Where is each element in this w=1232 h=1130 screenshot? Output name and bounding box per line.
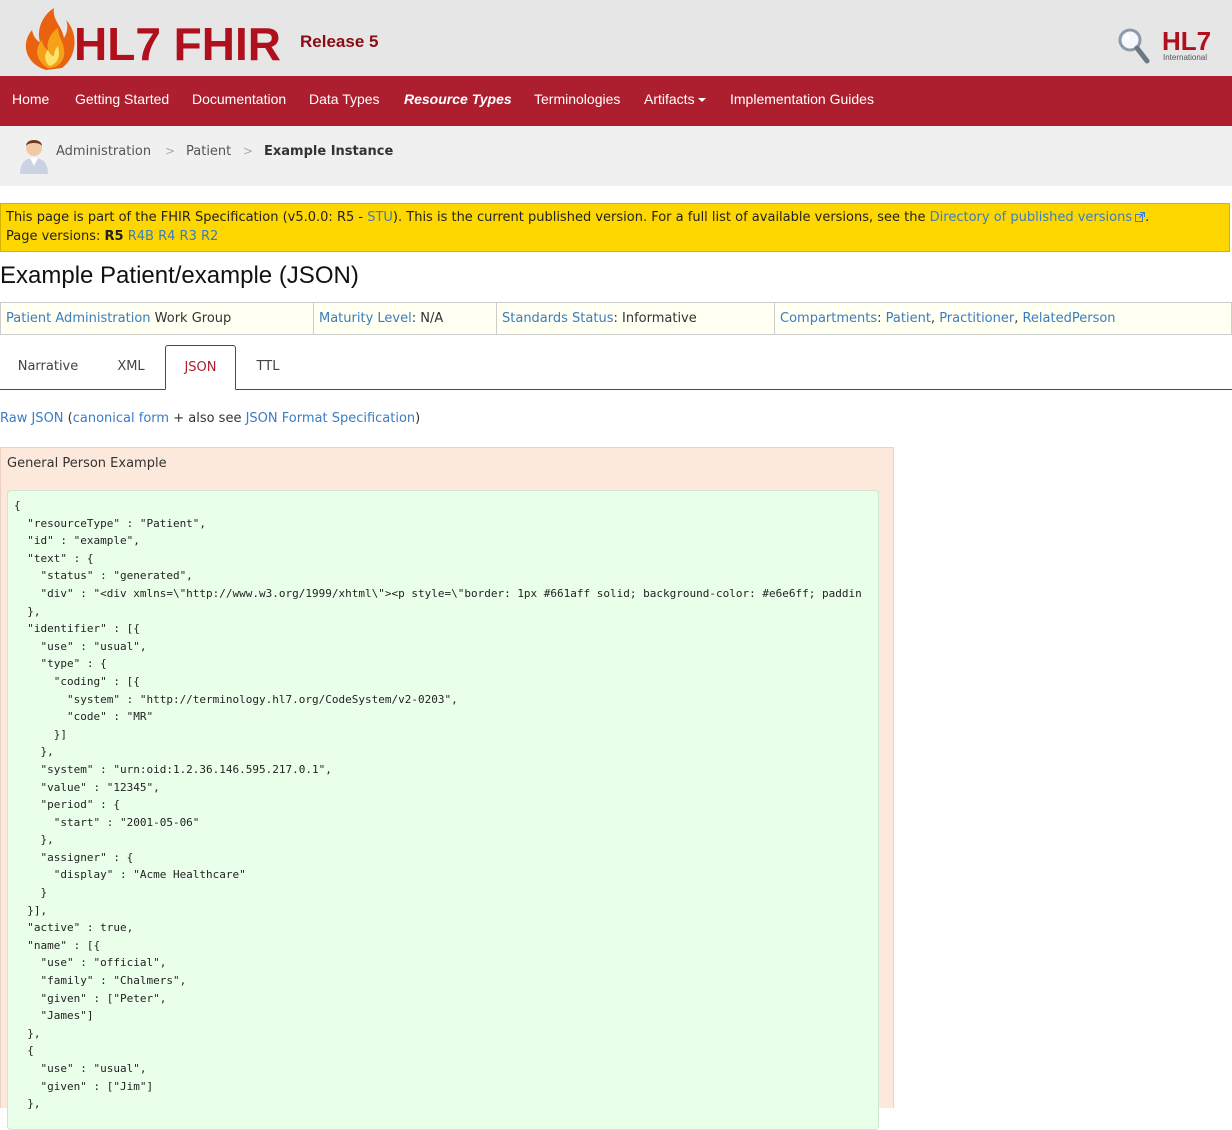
standards-status-link[interactable]: Standards Status xyxy=(502,311,613,326)
current-version: R5 xyxy=(104,229,124,244)
nav-documentation[interactable]: Documentation xyxy=(192,76,286,126)
raw-line-text: + also see xyxy=(169,411,246,426)
breadcrumb-patient[interactable]: Patient xyxy=(186,144,231,159)
tab-json[interactable]: JSON xyxy=(165,345,236,390)
banner-line-2: Page versions: R5 R4B R4 R3 R2 xyxy=(6,229,218,244)
chevron-down-icon xyxy=(697,98,706,102)
hl7-fhir-logo[interactable]: HL7 FHIR xyxy=(18,4,318,74)
tab-xml[interactable]: XML xyxy=(96,345,166,388)
maturity-link[interactable]: Maturity Level xyxy=(319,311,412,326)
external-link-icon xyxy=(1135,212,1146,222)
version-link-r4[interactable]: R4 xyxy=(158,229,175,244)
nav-artifacts[interactable]: Artifacts xyxy=(644,76,706,126)
maturity-value: : N/A xyxy=(411,311,444,326)
nav-artifacts-label: Artifacts xyxy=(644,91,695,107)
example-title: General Person Example xyxy=(7,456,167,471)
banner-text: This page is part of the FHIR Specificat… xyxy=(6,210,368,225)
logo-text: HL7 FHIR xyxy=(74,18,281,70)
nav-terminologies[interactable]: Terminologies xyxy=(534,76,620,126)
page-title: Example Patient/example (JSON) xyxy=(0,262,359,289)
breadcrumb-separator: > xyxy=(243,144,254,158)
raw-line-text: ) xyxy=(415,411,421,426)
version-banner: This page is part of the FHIR Specificat… xyxy=(0,203,1230,252)
page-versions-label: Page versions: xyxy=(6,229,101,244)
compartment-relatedperson-link[interactable]: RelatedPerson xyxy=(1022,311,1115,326)
resource-info-table: Patient Administration Work Group Maturi… xyxy=(0,302,1232,335)
org-logo-subtext: International xyxy=(1163,53,1207,62)
compartments-cell: Compartments: Patient, Practitioner, Rel… xyxy=(780,311,1116,326)
json-code: { "resourceType" : "Patient", "id" : "ex… xyxy=(14,499,862,1111)
directory-link[interactable]: Directory of published versions xyxy=(930,210,1132,225)
status-cell: Standards Status: Informative xyxy=(497,303,775,334)
release-label: Release 5 xyxy=(300,32,379,51)
nav-getting-started[interactable]: Getting Started xyxy=(75,76,169,126)
compartment-practitioner-link[interactable]: Practitioner xyxy=(939,311,1014,326)
compartment-patient-link[interactable]: Patient xyxy=(886,311,931,326)
json-code-block: { "resourceType" : "Patient", "id" : "ex… xyxy=(7,490,879,1130)
site-header: HL7 FHIR Release 5 HL7 International xyxy=(0,0,1232,76)
org-logo-text: HL7 xyxy=(1162,26,1211,56)
banner-period: . xyxy=(1145,210,1150,225)
raw-line-text: ( xyxy=(63,411,73,426)
breadcrumb-separator: > xyxy=(165,144,176,158)
maturity-cell: Maturity Level: N/A xyxy=(314,303,497,334)
hl7-international-logo[interactable]: HL7 International xyxy=(1162,26,1222,66)
stu-link[interactable]: STU xyxy=(367,210,393,225)
nav-data-types[interactable]: Data Types xyxy=(309,76,380,126)
example-panel: General Person Example { "resourceType" … xyxy=(0,447,894,1130)
version-link-r4b[interactable]: R4B xyxy=(128,229,154,244)
banner-line-1: This page is part of the FHIR Specificat… xyxy=(6,210,1149,225)
raw-json-link[interactable]: Raw JSON xyxy=(0,411,64,426)
canonical-form-link[interactable]: canonical form xyxy=(73,411,169,426)
breadcrumb-administration[interactable]: Administration xyxy=(56,144,151,159)
nav-resource-types[interactable]: Resource Types xyxy=(404,76,512,126)
search-icon[interactable] xyxy=(1116,26,1150,64)
workgroup-suffix: Work Group xyxy=(150,311,232,326)
breadcrumb: Administration > Patient > Example Insta… xyxy=(0,126,1232,186)
version-link-r3[interactable]: R3 xyxy=(180,229,197,244)
version-link-r2[interactable]: R2 xyxy=(201,229,218,244)
nav-implementation-guides[interactable]: Implementation Guides xyxy=(730,76,874,126)
nav-home[interactable]: Home xyxy=(12,76,49,126)
main-nav: Home Getting Started Documentation Data … xyxy=(0,76,1232,126)
person-avatar-icon xyxy=(20,140,48,174)
workgroup-cell: Patient Administration Work Group xyxy=(1,303,314,334)
banner-text: ). This is the current published version… xyxy=(392,210,930,225)
raw-json-line: Raw JSON (canonical form + also see JSON… xyxy=(0,411,420,426)
standards-status-value: : Informative xyxy=(613,311,697,326)
json-format-spec-link[interactable]: JSON Format Specification xyxy=(246,411,416,426)
breadcrumb-current: Example Instance xyxy=(264,144,394,159)
tab-narrative[interactable]: Narrative xyxy=(0,345,96,388)
compartments-link[interactable]: Compartments xyxy=(780,311,877,326)
compartments-sep: : xyxy=(877,311,886,326)
workgroup-link[interactable]: Patient Administration xyxy=(6,311,151,326)
tab-ttl[interactable]: TTL xyxy=(236,345,300,388)
format-tabs: Narrative XML JSON TTL xyxy=(0,345,1232,390)
